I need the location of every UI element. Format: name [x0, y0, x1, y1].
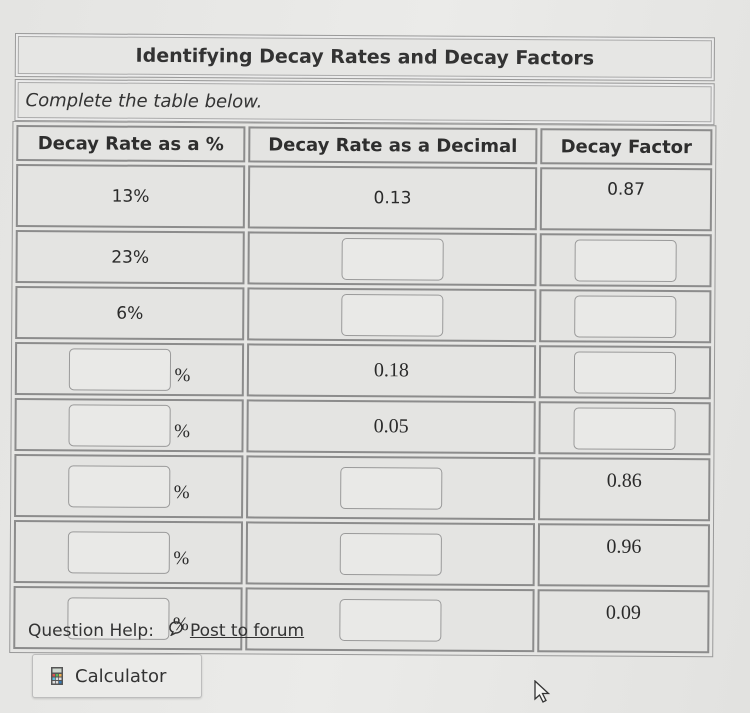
header-decimal: Decay Rate as a Decimal [248, 126, 538, 165]
percent-input[interactable] [67, 530, 170, 574]
percent-value: 23% [15, 230, 245, 285]
post-to-forum-link[interactable]: Post to forum [168, 620, 304, 641]
table-row: 23% [15, 230, 712, 288]
speech-bubble-icon [168, 620, 184, 641]
factor-input[interactable] [573, 406, 676, 450]
decimal-input[interactable] [341, 237, 444, 281]
percent-sign: % [173, 481, 190, 503]
header-percent: Decay Rate as a % [16, 125, 246, 163]
table-row: 13% 0.13 0.87 [15, 164, 713, 232]
decimal-input[interactable] [339, 466, 442, 510]
calculator-button[interactable]: Calculator [32, 654, 202, 698]
factor-value: 0.96 [537, 523, 711, 588]
question-help: Question Help: Post to forum [28, 620, 304, 642]
percent-input[interactable] [68, 403, 171, 447]
instructions: Complete the table below. [14, 78, 715, 126]
factor-value: 0.09 [537, 589, 710, 654]
page-title: Identifying Decay Rates and Decay Factor… [14, 33, 715, 82]
decimal-input[interactable] [339, 532, 442, 576]
question-help-label: Question Help: [28, 621, 154, 641]
post-to-forum-text: Post to forum [189, 620, 305, 641]
table-row: 6% [15, 286, 712, 344]
factor-value: 0.86 [538, 457, 711, 522]
question-panel: Identifying Decay Rates and Decay Factor… [9, 33, 717, 658]
percent-sign: % [173, 547, 190, 569]
decimal-value: 0.05 [246, 399, 536, 455]
decimal-input[interactable] [340, 293, 443, 337]
factor-value: 0.87 [539, 167, 713, 232]
table-row: % 0.05 [14, 398, 711, 456]
factor-input[interactable] [574, 238, 677, 282]
percent-sign: % [174, 420, 191, 442]
decimal-input[interactable] [338, 598, 442, 642]
decimal-value: 0.13 [247, 165, 538, 231]
table-row: % 0.86 [14, 454, 711, 522]
factor-input[interactable] [574, 294, 677, 338]
percent-value: 13% [15, 164, 246, 229]
percent-sign: % [174, 364, 191, 386]
percent-input[interactable] [67, 464, 170, 508]
header-factor: Decay Factor [540, 128, 713, 166]
factor-input[interactable] [573, 350, 677, 394]
decimal-value: 0.18 [246, 343, 537, 399]
decay-table: Decay Rate as a % Decay Rate as a Decima… [9, 120, 717, 658]
mouse-cursor-icon [534, 679, 552, 708]
percent-input[interactable] [68, 347, 171, 391]
calculator-label: Calculator [75, 665, 167, 687]
table-row: % 0.96 [13, 520, 711, 588]
calculator-icon [51, 667, 63, 685]
percent-value: 6% [15, 286, 245, 341]
table-row: % 0.18 [14, 342, 712, 400]
